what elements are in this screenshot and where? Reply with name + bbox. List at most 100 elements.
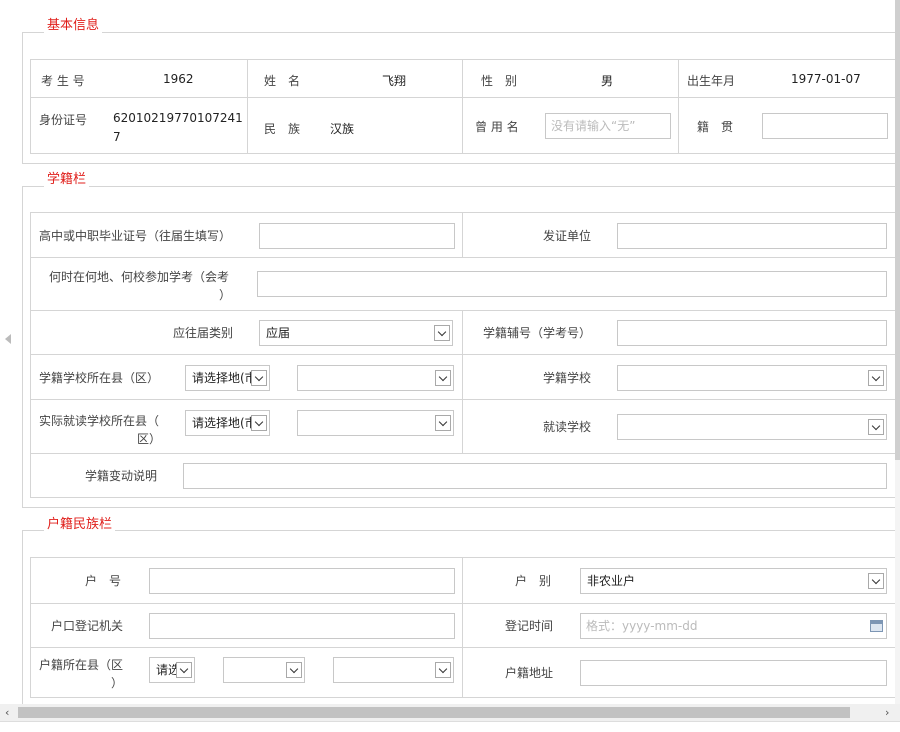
hukou-type-select[interactable]: 非农业户 [580,568,887,594]
school-table: 高中或中职毕业证号（往届生填写） 发证单位 何时在何地、何校参加学考（会考 ） … [30,212,896,498]
id-cell: 身份证号 62010219770107241 7 [30,97,248,154]
former-name-label: 曾 用 名 [475,120,519,134]
school-county-select[interactable] [297,365,454,391]
chevron-down-icon [435,662,451,678]
exam-place-cell: 何时在何地、何校参加学考（会考 ） [30,257,896,311]
chevron-down-icon [868,573,884,589]
id-label: 身份证号 [39,113,88,127]
horizontal-scrollbar[interactable]: ‹ › [0,704,900,721]
school-name-label: 学籍学校 [543,371,592,385]
category-label: 应往届类别 [173,326,234,340]
school-reg-input[interactable] [617,320,887,346]
school-section-title: 学籍栏 [44,168,90,187]
hukou-address-input[interactable] [580,660,887,686]
collapse-left-icon[interactable] [5,334,11,344]
household-section-title: 户籍民族栏 [44,513,116,532]
exam-place-label-line1: 何时在何地、何校参加学考（会考 [49,270,230,284]
actual-county-select[interactable] [297,410,454,436]
birth-value: 1977-01-07 [791,72,861,86]
name-cell: 姓 名 飞翔 [247,59,463,98]
chevron-down-icon [434,325,450,341]
native-place-input[interactable] [762,113,888,139]
issuer-label: 发证单位 [543,229,592,243]
issuer-cell: 发证单位 [462,212,896,258]
id-value-line2: 7 [113,130,121,144]
chevron-down-icon [286,662,302,678]
gender-value: 男 [601,74,614,88]
school-reg-cell: 学籍辅号（学考号） [462,310,896,355]
chevron-down-icon [251,370,267,386]
reg-office-input[interactable] [149,613,455,639]
horizontal-scroll-thumb[interactable] [18,707,850,718]
school-county-label: 学籍学校所在县（区） [39,371,160,385]
chevron-down-icon [251,415,267,431]
native-place-label: 籍 贯 [697,120,734,134]
change-note-input[interactable] [183,463,887,489]
reg-time-input[interactable]: 格式：yyyy-mm-dd [580,613,887,639]
hukou-type-select-value: 非农业户 [587,574,636,588]
former-name-input[interactable]: 没有请输入“无” [545,113,671,139]
birth-label: 出生年月 [687,74,736,88]
exam-no-cell: 考 生 号 1962 [30,59,248,98]
id-value-line1: 62010219770107241 [113,111,243,125]
name-value: 飞翔 [382,74,407,88]
hukou-town-select[interactable] [333,657,454,683]
basic-info-table: 考 生 号 1962 姓 名 飞翔 性 别 男 出生年月 1977-01-07 … [30,59,896,154]
cert-no-cell: 高中或中职毕业证号（往届生填写） [30,212,463,258]
birth-cell: 出生年月 1977-01-07 [678,59,896,98]
exam-place-input[interactable] [257,271,887,297]
issuer-input[interactable] [617,223,887,249]
cert-no-input[interactable] [259,223,455,249]
category-select[interactable]: 应届 [259,320,453,346]
reg-time-label: 登记时间 [505,619,554,633]
chevron-down-icon [176,662,192,678]
actual-area-select[interactable]: 请选择地(市 [185,410,270,436]
scroll-right-icon[interactable]: › [885,706,889,719]
change-note-label: 学籍变动说明 [85,469,158,483]
gender-cell: 性 别 男 [462,59,679,98]
ethnic-label: 民 族 [264,122,301,136]
bottom-gutter [0,721,900,732]
hukou-type-label: 户 别 [515,574,552,588]
category-cell: 应往届类别 应届 [30,310,463,355]
cert-no-label: 高中或中职毕业证号（往届生填写） [39,229,232,243]
former-name-cell: 曾 用 名 没有请输入“无” [462,97,679,154]
ethnic-value: 汉族 [330,122,355,136]
chevron-down-icon [868,419,884,435]
ethnic-cell: 民 族 汉族 [247,97,463,154]
school-area-select-value: 请选择地(市 [192,371,257,385]
school-name-cell: 学籍学校 [462,354,896,400]
calendar-icon[interactable] [870,620,883,632]
name-label: 姓 名 [264,74,301,88]
hukou-county-cell: 户籍所在县（区 ） 请选 [30,647,463,698]
hukou-county-label-line1: 户籍所在县（区 [39,658,124,672]
reg-office-label: 户口登记机关 [51,619,124,633]
category-select-value: 应届 [266,326,291,340]
actual-school-select[interactable] [617,414,887,440]
hukou-no-input[interactable] [149,568,455,594]
hukou-city-select[interactable]: 请选 [149,657,195,683]
chevron-down-icon [435,370,451,386]
reg-time-placeholder: 格式：yyyy-mm-dd [586,619,698,633]
household-table: 户 号 户 别 非农业户 户口登记机关 登记时间 格式：yyyy-mm-dd 户… [30,557,896,698]
hukou-county-select[interactable] [223,657,305,683]
school-county-cell: 学籍学校所在县（区） 请选择地(市 [30,354,463,400]
reg-time-cell: 登记时间 格式：yyyy-mm-dd [462,603,896,648]
exam-no-label: 考 生 号 [41,74,85,88]
chevron-down-icon [868,370,884,386]
gender-label: 性 别 [481,74,518,88]
vertical-scrollbar[interactable] [895,0,900,704]
hukou-no-label: 户 号 [85,574,122,588]
change-note-cell: 学籍变动说明 [30,453,896,498]
actual-school-cell: 就读学校 [462,399,896,454]
hukou-no-cell: 户 号 [30,557,463,604]
actual-area-select-value: 请选择地(市 [192,416,257,430]
hukou-address-cell: 户籍地址 [462,647,896,698]
actual-school-label: 就读学校 [543,420,592,434]
native-place-cell: 籍 贯 [678,97,896,154]
school-area-select[interactable]: 请选择地(市 [185,365,270,391]
vertical-scroll-thumb[interactable] [895,0,900,460]
hukou-type-cell: 户 别 非农业户 [462,557,896,604]
school-name-select[interactable] [617,365,887,391]
scroll-left-icon[interactable]: ‹ [5,706,9,719]
